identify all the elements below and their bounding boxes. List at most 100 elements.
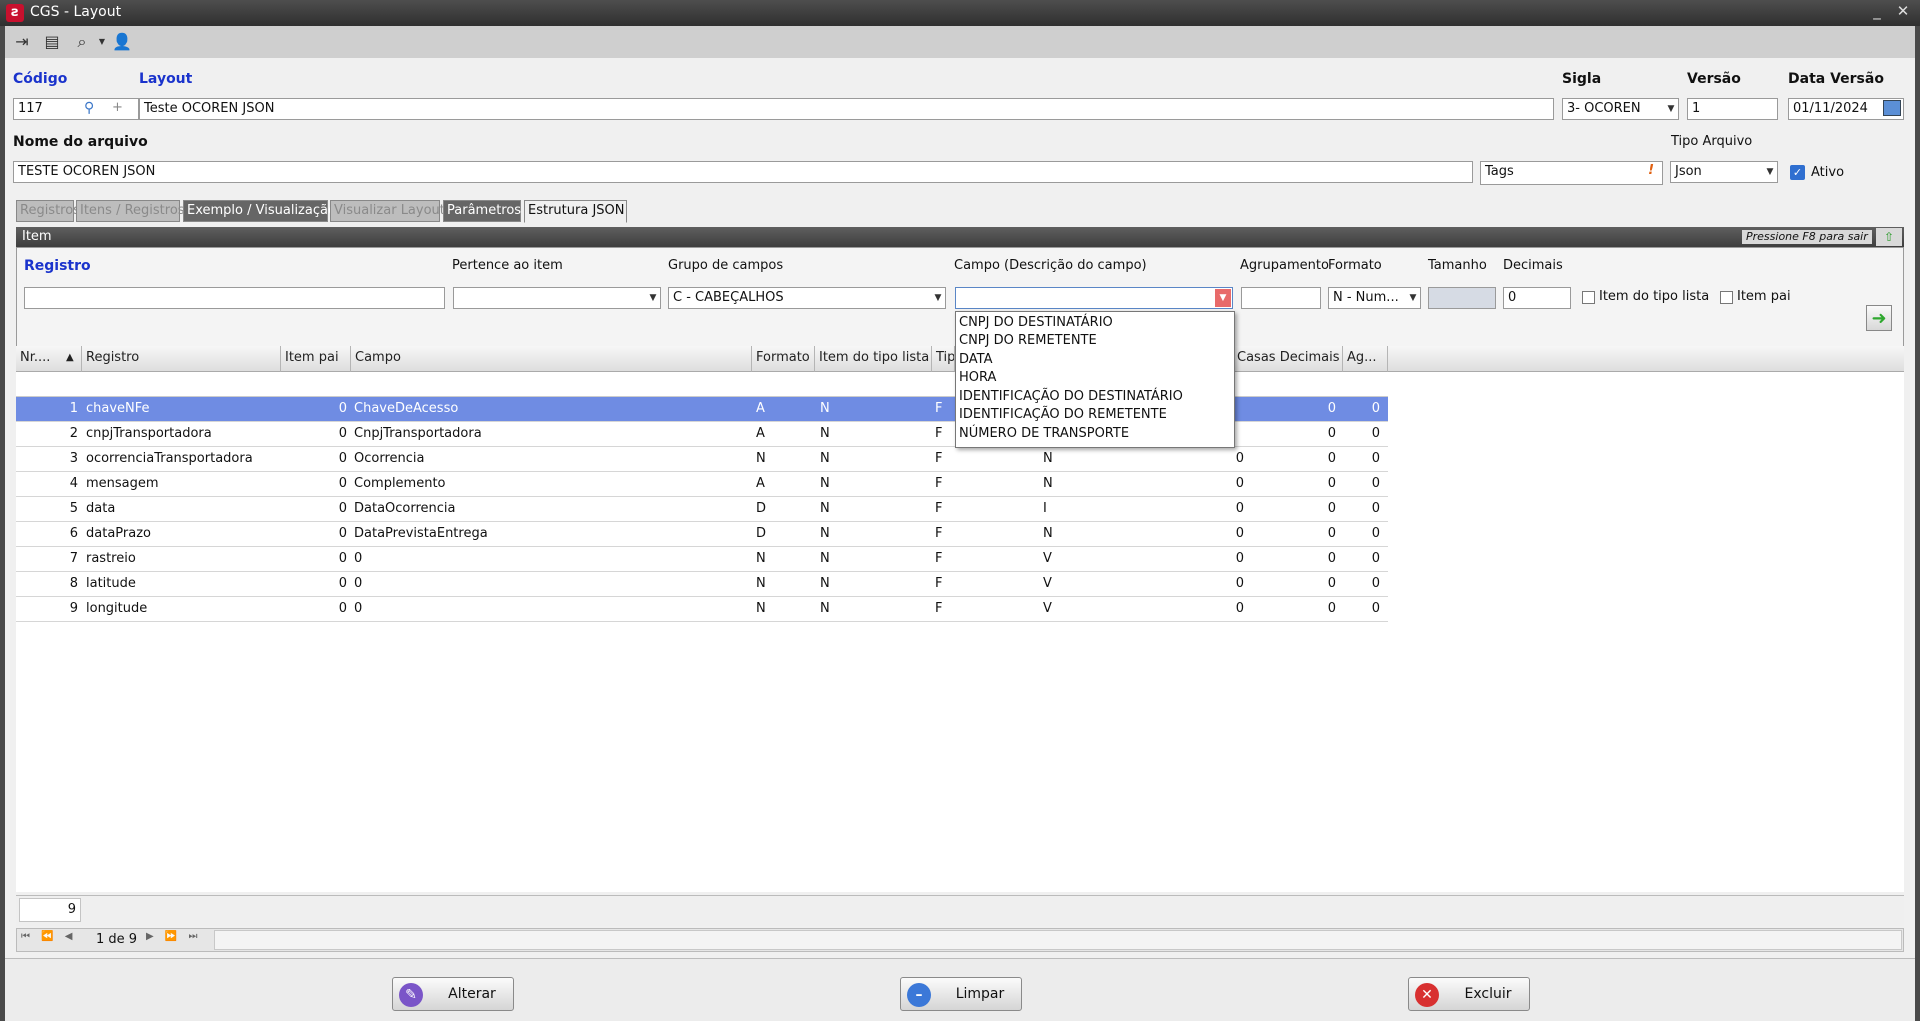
pertence-select[interactable]: ▼	[453, 287, 661, 309]
cell-lista: N	[820, 451, 830, 466]
cell-tipo: F	[935, 576, 943, 591]
cell-lista: N	[820, 476, 830, 491]
cell-ag: 0	[1371, 501, 1380, 516]
card-icon[interactable]: ▤	[41, 32, 63, 52]
formato-select[interactable]: N - Num... ▼	[1328, 287, 1421, 309]
calendar-icon[interactable]	[1883, 100, 1901, 116]
sigla-select[interactable]: 3- OCOREN ▼	[1562, 98, 1679, 120]
tags-value: Tags	[1485, 164, 1514, 179]
cell-col8: N	[1043, 526, 1053, 541]
item-tipo-lista-checkbox[interactable]	[1582, 291, 1595, 304]
cell-registro: dataPrazo	[86, 526, 151, 541]
table-row[interactable]: 8 latitude 0 0 N N F V 0 0 0	[16, 572, 1388, 597]
cell-item-pai: 0	[338, 576, 347, 591]
search-icon[interactable]: ⌕	[71, 32, 93, 52]
cell-nr: 3	[69, 451, 78, 466]
cell-nr: 4	[69, 476, 78, 491]
data-versao-field[interactable]: 01/11/2024	[1788, 98, 1904, 120]
dropdown-option[interactable]: NÚMERO DE TRANSPORTE	[959, 425, 1129, 443]
cell-lista: N	[820, 551, 830, 566]
cell-col9: 0	[1235, 601, 1244, 616]
cell-formato: A	[756, 426, 765, 441]
ativo-checkbox[interactable]: ✓	[1790, 165, 1805, 180]
tab-itens-registros[interactable]: Itens / Registros	[76, 200, 185, 222]
cell-registro: ocorrenciaTransportadora	[86, 451, 253, 466]
grupo-label: Grupo de campos	[668, 258, 784, 273]
dropdown-option[interactable]: HORA	[959, 369, 996, 387]
pager-first-prev[interactable]: ⏮ ⏪ ◀	[21, 931, 77, 942]
registro-field[interactable]	[24, 287, 445, 309]
table-row[interactable]: 7 rastreio 0 0 N N F V 0 0 0	[16, 547, 1388, 572]
sigla-label: Sigla	[1562, 71, 1602, 87]
user-icon[interactable]: 👤	[111, 32, 133, 52]
minimize-button[interactable]: _	[1866, 2, 1888, 22]
pager-status: 1 de 9	[96, 932, 138, 947]
nome-arquivo-field[interactable]: TESTE OCOREN JSON	[13, 161, 1473, 183]
col-ag[interactable]: Ag...	[1343, 346, 1388, 372]
add-icon[interactable]: +	[112, 100, 123, 116]
excluir-button[interactable]: ✕ Excluir	[1408, 977, 1530, 1011]
confirm-arrow-icon[interactable]: ➜	[1866, 305, 1892, 331]
cell-item-pai: 0	[338, 551, 347, 566]
decimais-field[interactable]: 0	[1503, 287, 1571, 309]
tab-exemplo-visualizacao[interactable]: Exemplo / Visualização	[183, 200, 336, 222]
grupo-select[interactable]: C - CABEÇALHOS ▼	[668, 287, 946, 309]
table-row[interactable]: 5 data 0 DataOcorrencia D N F I 0 0 0	[16, 497, 1388, 522]
chevron-down-icon[interactable]: ▼	[91, 32, 113, 52]
dropdown-option[interactable]: CNPJ DO REMETENTE	[959, 332, 1097, 350]
cell-casas: 0	[1327, 601, 1336, 616]
pager-next-last[interactable]: ▶ ⏩ ⏭	[146, 931, 202, 942]
agrupamento-label: Agrupamento	[1240, 258, 1329, 273]
cell-item-pai: 0	[338, 426, 347, 441]
cell-tipo: F	[935, 401, 943, 416]
cell-ag: 0	[1371, 601, 1380, 616]
col-campo[interactable]: Campo	[351, 346, 752, 372]
campo-select[interactable]: ▼	[955, 287, 1233, 309]
col-nr[interactable]: Nr.... ▲	[16, 346, 82, 372]
exit-icon[interactable]: ⇥	[11, 32, 33, 52]
item-panel-header: Item Pressione F8 para sair ⇧	[16, 227, 1904, 247]
search-icon[interactable]: ⚲	[84, 100, 94, 116]
chevron-down-icon[interactable]: ▼	[1215, 289, 1231, 307]
dropdown-option[interactable]: CNPJ DO DESTINATÁRIO	[959, 314, 1113, 332]
close-button[interactable]: ✕	[1892, 2, 1914, 22]
col-item-pai[interactable]: Item pai	[281, 346, 351, 372]
dropdown-option[interactable]: DATA	[959, 351, 993, 369]
layout-field[interactable]: Teste OCOREN JSON	[139, 98, 1554, 120]
cell-registro: rastreio	[86, 551, 136, 566]
horizontal-scrollbar[interactable]	[214, 930, 1902, 950]
tab-visualizar-layout[interactable]: Visualizar Layout	[330, 200, 445, 222]
alterar-button[interactable]: ✎ Alterar	[392, 977, 514, 1011]
col-registro[interactable]: Registro	[82, 346, 281, 372]
item-pai-checkbox[interactable]	[1720, 291, 1733, 304]
dropdown-option[interactable]: IDENTIFICAÇÃO DO REMETENTE	[959, 406, 1167, 424]
codigo-value: 117	[18, 101, 43, 116]
col-tipo[interactable]: Tip	[932, 346, 955, 372]
tab-parametros[interactable]: Parâmetros	[443, 200, 521, 222]
tags-field[interactable]: Tags !	[1480, 161, 1663, 185]
table-row[interactable]: 4 mensagem 0 Complemento A N F N 0 0 0	[16, 472, 1388, 497]
codigo-field[interactable]: 117 ⚲ +	[13, 98, 139, 120]
table-row[interactable]: 3 ocorrenciaTransportadora 0 Ocorrencia N N F N…	[16, 447, 1388, 472]
versao-field[interactable]: 1	[1687, 98, 1778, 120]
cell-formato: A	[756, 401, 765, 416]
tipo-arquivo-select[interactable]: Json ▼	[1670, 161, 1778, 183]
cell-registro: cnpjTransportadora	[86, 426, 212, 441]
table-row[interactable]: 9 longitude 0 0 N N F V 0 0 0	[16, 597, 1388, 622]
tab-estrutura-json[interactable]: Estrutura JSON	[524, 200, 627, 223]
col-item-tipo-lista[interactable]: Item do tipo lista	[815, 346, 932, 372]
cell-lista: N	[820, 426, 830, 441]
dropdown-option[interactable]: IDENTIFICAÇÃO DO DESTINATÁRIO	[959, 388, 1183, 406]
limpar-button[interactable]: – Limpar	[900, 977, 1022, 1011]
cell-campo: Complemento	[354, 476, 446, 491]
agrupamento-field[interactable]	[1241, 287, 1321, 309]
cell-nr: 2	[69, 426, 78, 441]
tab-registros[interactable]: Registros	[16, 200, 80, 222]
cell-campo: ChaveDeAcesso	[354, 401, 459, 416]
col-casas-decimais[interactable]: Casas Decimais	[1233, 346, 1343, 372]
col-formato[interactable]: Formato	[752, 346, 815, 372]
cell-formato: N	[756, 576, 766, 591]
collapse-up-icon[interactable]: ⇧	[1876, 228, 1902, 246]
cell-tipo: F	[935, 501, 943, 516]
table-row[interactable]: 6 dataPrazo 0 DataPrevistaEntrega D N F N 0 0 0	[16, 522, 1388, 547]
